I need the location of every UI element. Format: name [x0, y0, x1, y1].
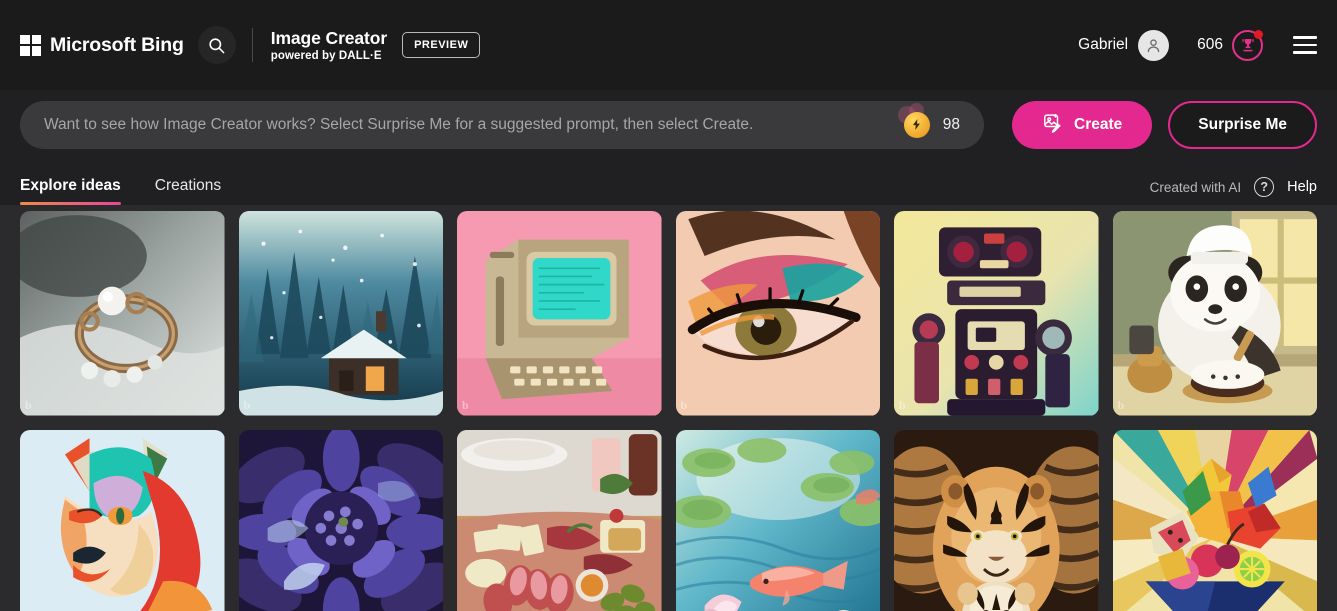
prompt-bar: Want to see how Image Creator works? Sel…	[0, 90, 1337, 159]
question-circle-icon[interactable]: ?	[1254, 177, 1275, 197]
gallery-tile[interactable]: b	[675, 211, 880, 416]
create-button[interactable]: Create	[1012, 100, 1153, 149]
help-link[interactable]: Help	[1287, 179, 1317, 195]
prompt-placeholder: Want to see how Image Creator works? Sel…	[44, 115, 754, 133]
gallery-tile[interactable]: b	[457, 211, 662, 416]
gallery-tile[interactable]: b	[238, 211, 443, 416]
gallery-tile[interactable]: b	[894, 211, 1099, 416]
user-name: Gabriel	[1078, 36, 1129, 53]
tabs-right-group: Created with AI ? Help	[1150, 177, 1317, 205]
brand-group: Microsoft Bing Image Creator powered by …	[20, 26, 481, 64]
gallery: b b b b b b	[0, 205, 1337, 611]
gallery-grid: b b b b b b	[20, 211, 1317, 611]
prompt-input[interactable]: Want to see how Image Creator works? Sel…	[20, 100, 897, 149]
notification-dot	[1254, 29, 1263, 39]
watermark: b	[1117, 397, 1125, 412]
gallery-tile[interactable]: b	[894, 429, 1099, 611]
watermark: b	[899, 397, 906, 412]
gallery-tile[interactable]: b	[457, 429, 662, 611]
tab-explore-ideas[interactable]: Explore ideas	[20, 177, 121, 205]
gallery-tile[interactable]: b	[20, 211, 225, 416]
gallery-tile[interactable]: b	[1112, 429, 1317, 611]
tab-creations[interactable]: Creations	[155, 177, 221, 205]
app-subtitle: powered by DALL·E	[270, 50, 382, 63]
boost-count: 98	[942, 115, 961, 133]
rewards-trophy-icon[interactable]	[1232, 29, 1263, 61]
image-edit-wand-icon	[1042, 112, 1063, 138]
watermark: b	[680, 397, 688, 412]
watermark: b	[462, 397, 469, 412]
app-header: Microsoft Bing Image Creator powered by …	[0, 0, 1337, 90]
app-title: Image Creator	[270, 27, 388, 48]
surprise-me-button[interactable]: Surprise Me	[1168, 100, 1317, 149]
gallery-tile[interactable]: b	[238, 429, 443, 611]
header-right-group: Gabriel 606	[1078, 29, 1317, 61]
search-icon[interactable]	[197, 26, 236, 64]
header-divider	[251, 28, 253, 62]
watermark: b	[25, 397, 32, 412]
create-button-label: Create	[1074, 115, 1123, 133]
app-title-group: Image Creator powered by DALL·E	[271, 28, 387, 62]
preview-badge[interactable]: PREVIEW	[402, 32, 481, 58]
brand-name[interactable]: Microsoft Bing	[50, 34, 184, 57]
tab-list: Explore ideas Creations	[20, 177, 221, 205]
watermark: b	[243, 397, 251, 412]
gallery-tile[interactable]: b	[20, 429, 225, 611]
gallery-tile[interactable]: b	[675, 429, 880, 611]
avatar[interactable]	[1138, 29, 1170, 61]
created-with-ai-label: Created with AI	[1149, 179, 1242, 195]
boost-coin-lightning-icon	[897, 102, 933, 140]
hamburger-menu-icon[interactable]	[1293, 36, 1317, 54]
tabs-bar: Explore ideas Creations Created with AI …	[0, 159, 1337, 205]
boost-counter[interactable]: 98	[896, 100, 985, 149]
gallery-tile[interactable]: b	[1112, 211, 1317, 416]
rewards-count: 606	[1197, 36, 1223, 53]
microsoft-squares-icon[interactable]	[20, 34, 41, 56]
